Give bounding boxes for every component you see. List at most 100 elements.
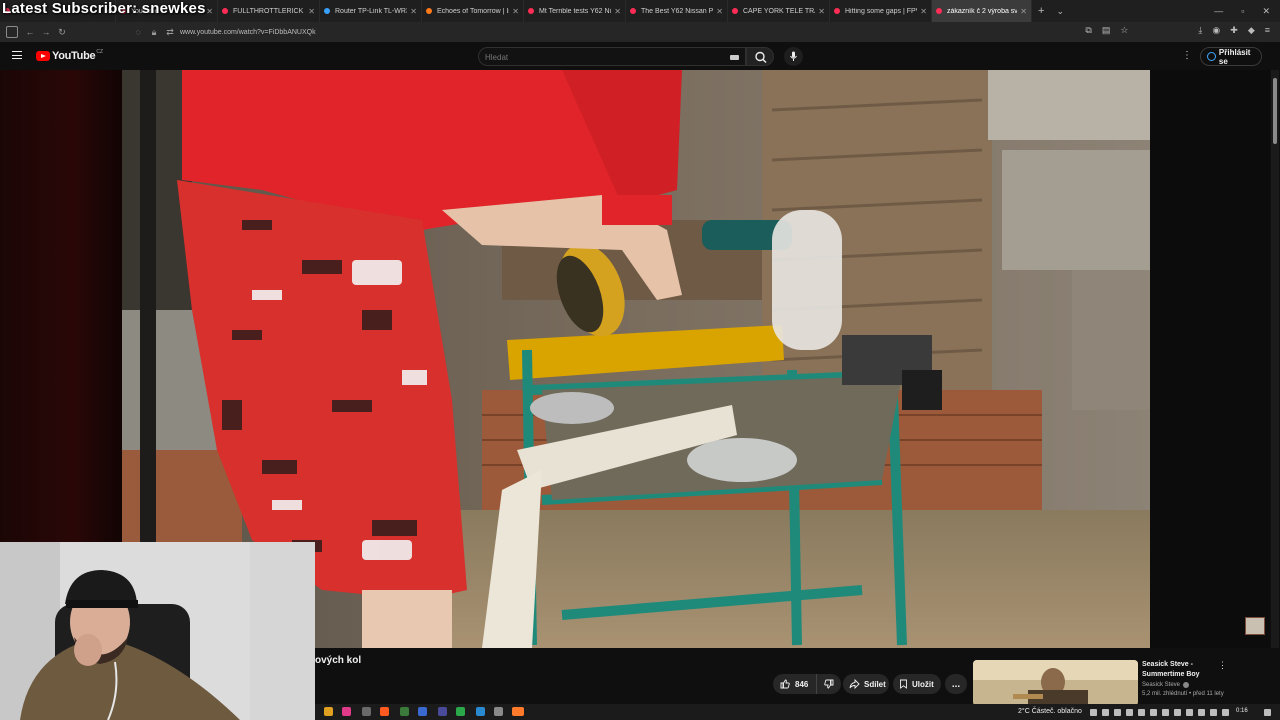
tray-icon[interactable] <box>1138 709 1145 716</box>
search-input[interactable] <box>485 51 725 63</box>
browser-tab-active[interactable]: zákazník č 2 výroba svo ✕ <box>932 0 1032 22</box>
new-tab-button[interactable]: + <box>1038 5 1044 17</box>
youtube-logo[interactable]: YouTube CZ <box>36 49 103 62</box>
tab-close-icon[interactable]: ✕ <box>716 7 723 16</box>
site-settings-icon[interactable]: ⇄ <box>162 27 178 38</box>
window-controls: — ▫ ✕ <box>1214 0 1280 22</box>
verified-check-icon <box>1183 682 1190 688</box>
voice-search-button[interactable] <box>784 47 803 66</box>
taskbar-app-icon[interactable] <box>342 707 351 716</box>
page-action-icon[interactable]: ⧉ <box>1085 25 1091 36</box>
download-icon[interactable]: ⤓ <box>1198 25 1202 36</box>
sidebar-toggle-icon[interactable] <box>6 26 18 38</box>
tab-favicon-icon <box>324 8 330 14</box>
tab-favicon-icon <box>426 8 432 14</box>
sign-in-button[interactable]: Přihlásit se <box>1200 47 1262 66</box>
thumbnail-image <box>973 660 1138 706</box>
taskbar-app-icon[interactable] <box>362 707 371 716</box>
tab-close-icon[interactable]: ✕ <box>206 7 213 16</box>
taskbar-app-icon[interactable] <box>400 707 409 716</box>
extensions-icon[interactable]: ✚ <box>1230 25 1238 36</box>
shield-extension-icon[interactable]: ◆ <box>1248 25 1255 36</box>
minimize-button[interactable]: — <box>1214 6 1223 16</box>
url-field[interactable]: www.youtube.com/watch?v=FiDbbANUXQk <box>180 29 316 36</box>
browser-tab[interactable]: Hitting some gaps | FPV Fre✕ <box>830 0 932 22</box>
share-icon <box>849 679 860 689</box>
lock-icon[interactable]: 🔒︎ <box>146 27 162 38</box>
account-icon[interactable]: ◉ <box>1212 25 1220 36</box>
browser-tab[interactable]: Router TP-Link TL-WR3002✕ <box>320 0 422 22</box>
tab-close-icon[interactable]: ✕ <box>818 7 825 16</box>
tray-icon[interactable] <box>1090 709 1097 716</box>
user-circle-icon <box>1207 52 1216 61</box>
tab-close-icon[interactable]: ✕ <box>410 7 417 16</box>
tab-favicon-icon <box>630 8 636 14</box>
thumbs-up-icon <box>780 679 790 689</box>
tab-close-icon[interactable]: ✕ <box>920 7 927 16</box>
taskbar-app-icon[interactable] <box>380 707 389 716</box>
browser-menu-icon[interactable]: ≡ <box>1265 25 1270 36</box>
tray-icon[interactable] <box>1114 709 1121 716</box>
back-button[interactable]: ← <box>22 27 38 37</box>
close-window-button[interactable]: ✕ <box>1262 6 1270 17</box>
recommendation-title[interactable]: Seasick Steve - Summertime Boy <box>1142 660 1222 680</box>
tab-favicon-icon <box>222 8 228 14</box>
tab-favicon-icon <box>732 8 738 14</box>
tray-icon[interactable] <box>1186 709 1193 716</box>
settings-kebab-icon[interactable]: ⋮ <box>1182 50 1192 61</box>
notification-icon[interactable] <box>1264 709 1271 716</box>
tray-icon[interactable] <box>1222 709 1229 716</box>
browser-tab[interactable]: The Best Y62 Nissan Patrol✕ <box>626 0 728 22</box>
recommendation-thumbnail[interactable] <box>973 660 1138 706</box>
taskbar-app-icon[interactable] <box>494 707 503 716</box>
tab-close-icon[interactable]: ✕ <box>1020 7 1027 16</box>
forward-button[interactable]: → <box>38 27 54 37</box>
taskbar-clock[interactable]: 0:16 <box>1236 708 1248 714</box>
taskbar-app-icon[interactable] <box>324 707 333 716</box>
browser-tab[interactable]: CAPE YORK TELE TRACK LAS✕ <box>728 0 830 22</box>
recommendation-menu-icon[interactable]: ⋮ <box>1218 660 1227 671</box>
tray-icon[interactable] <box>1210 709 1217 716</box>
page-scrollbar[interactable] <box>1271 70 1279 648</box>
tray-icon[interactable] <box>1174 709 1181 716</box>
share-button[interactable]: Sdílet <box>843 674 889 694</box>
taskbar-app-icon[interactable] <box>418 707 427 716</box>
tab-list-chevron-icon[interactable]: ⌄ <box>1056 6 1064 17</box>
browser-tab[interactable]: Echoes of Tomorrow | Insta✕ <box>422 0 524 22</box>
maximize-button[interactable]: ▫ <box>1241 6 1244 16</box>
tray-icon[interactable] <box>1102 709 1109 716</box>
weather-widget[interactable]: 2°C Částeč. oblačno <box>1018 708 1082 715</box>
search-box[interactable] <box>478 47 746 66</box>
like-button[interactable]: 846 <box>773 674 817 694</box>
reload-button[interactable]: ↻ <box>54 27 70 38</box>
scrollbar-thumb[interactable] <box>1273 78 1277 144</box>
more-actions-button[interactable]: ... <box>945 674 967 694</box>
browser-tab[interactable]: Mt Terrible tests Y62 Nissan✕ <box>524 0 626 22</box>
tab-close-icon[interactable]: ✕ <box>512 7 519 16</box>
recommendation-meta: 5,2 mil. zhlédnutí • před 11 lety <box>1142 691 1224 697</box>
video-title: ových kol <box>315 655 362 666</box>
tray-icon[interactable] <box>1126 709 1133 716</box>
address-bar-icons: ⧉ ▤ ☆ ⤓ ◉ ✚ ◆ ≡ <box>1085 25 1270 36</box>
taskbar-app-icon[interactable] <box>438 707 447 716</box>
tray-icon[interactable] <box>1150 709 1157 716</box>
tab-close-icon[interactable]: ✕ <box>308 7 315 16</box>
webcam-overlay <box>0 542 315 720</box>
browser-tab[interactable]: FULLTHROTTLERICK - YouTu✕ <box>218 0 320 22</box>
shield-icon[interactable]: ◌ <box>130 27 146 37</box>
hamburger-menu-icon[interactable] <box>12 51 22 59</box>
reader-icon[interactable]: ▤ <box>1102 25 1111 36</box>
taskbar-app-icon[interactable] <box>456 707 465 716</box>
taskbar-app-icon[interactable] <box>476 707 485 716</box>
taskbar-app-icon[interactable] <box>512 707 524 716</box>
dislike-button[interactable] <box>817 674 841 694</box>
tab-close-icon[interactable]: ✕ <box>614 7 621 16</box>
keyboard-icon[interactable] <box>730 55 739 60</box>
channel-watermark-icon[interactable] <box>1245 617 1265 635</box>
bookmark-star-icon[interactable]: ☆ <box>1120 25 1128 36</box>
tray-icon[interactable] <box>1198 709 1205 716</box>
recommendation-channel[interactable]: Seasick Steve <box>1142 682 1190 688</box>
search-button[interactable] <box>746 47 774 66</box>
tray-icon[interactable] <box>1162 709 1169 716</box>
save-button[interactable]: Uložit <box>893 674 941 694</box>
